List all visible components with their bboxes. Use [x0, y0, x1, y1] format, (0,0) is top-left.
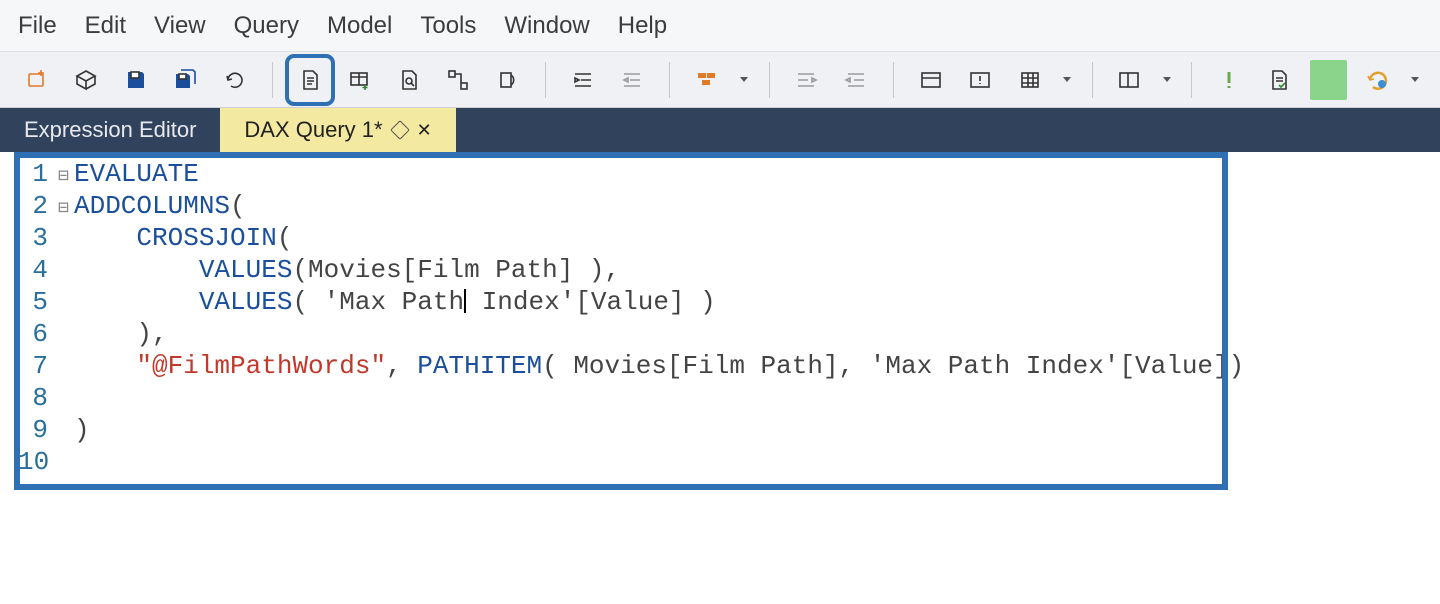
- code-editor[interactable]: 12345678910 ⊟⊟ EVALUATEADDCOLUMNS( CROSS…: [0, 152, 1440, 604]
- save-icon[interactable]: [117, 60, 155, 100]
- grid-icon[interactable]: [1011, 60, 1049, 100]
- relation-icon[interactable]: [440, 60, 478, 100]
- document-icon[interactable]: [291, 60, 329, 100]
- cube-icon[interactable]: [68, 60, 106, 100]
- tab-label: Expression Editor: [24, 117, 196, 143]
- toolbar-separator: [1092, 62, 1093, 98]
- new-file-icon[interactable]: [18, 60, 56, 100]
- menubar: File Edit View Query Model Tools Window …: [0, 0, 1440, 52]
- brick-dropdown[interactable]: [738, 60, 751, 100]
- menu-help[interactable]: Help: [618, 12, 667, 40]
- toolbar: [0, 52, 1440, 108]
- menu-file[interactable]: File: [18, 12, 57, 40]
- panel2-dropdown[interactable]: [1160, 60, 1173, 100]
- warn-icon[interactable]: [1210, 60, 1248, 100]
- refresh-icon[interactable]: [216, 60, 254, 100]
- toolbar-separator: [1191, 62, 1192, 98]
- toolbar-separator: [893, 62, 894, 98]
- rotate-icon[interactable]: [489, 60, 527, 100]
- grid-dropdown[interactable]: [1061, 60, 1074, 100]
- menu-model[interactable]: Model: [327, 12, 392, 40]
- editor-area: 12345678910 ⊟⊟ EVALUATEADDCOLUMNS( CROSS…: [0, 152, 1440, 604]
- outdent-icon[interactable]: [613, 60, 651, 100]
- green-square-icon[interactable]: [1310, 60, 1348, 100]
- menu-edit[interactable]: Edit: [85, 12, 126, 40]
- menu-query[interactable]: Query: [234, 12, 299, 40]
- add-table-icon[interactable]: [341, 60, 379, 100]
- menu-view[interactable]: View: [154, 12, 206, 40]
- toolbar-separator: [545, 62, 546, 98]
- toolbar-separator: [769, 62, 770, 98]
- panel-icon[interactable]: [912, 60, 950, 100]
- run-dropdown[interactable]: [1409, 60, 1422, 100]
- tab-expression-editor[interactable]: Expression Editor: [0, 108, 220, 152]
- menu-tools[interactable]: Tools: [420, 12, 476, 40]
- doc-check-icon[interactable]: [1260, 60, 1298, 100]
- menu-window[interactable]: Window: [504, 12, 589, 40]
- panel-warn-icon[interactable]: [961, 60, 999, 100]
- run-icon[interactable]: [1359, 60, 1397, 100]
- save-all-icon[interactable]: [167, 60, 205, 100]
- code-text[interactable]: EVALUATEADDCOLUMNS( CROSSJOIN( VALUES(Mo…: [74, 158, 1244, 604]
- tab-row: Expression Editor DAX Query 1* ✕: [0, 108, 1440, 152]
- zoom-fit-icon[interactable]: [390, 60, 428, 100]
- align1-icon[interactable]: [788, 60, 826, 100]
- line-gutter: 12345678910: [0, 158, 58, 604]
- toolbar-separator: [272, 62, 273, 98]
- tab-dax-query[interactable]: DAX Query 1* ✕: [220, 108, 455, 152]
- close-icon[interactable]: ✕: [417, 120, 432, 141]
- panel2-icon[interactable]: [1111, 60, 1149, 100]
- align2-icon[interactable]: [837, 60, 875, 100]
- brick-icon[interactable]: [688, 60, 726, 100]
- pin-icon[interactable]: [390, 120, 410, 140]
- indent-icon[interactable]: [564, 60, 602, 100]
- tab-label: DAX Query 1*: [244, 117, 382, 143]
- toolbar-separator: [669, 62, 670, 98]
- fold-gutter[interactable]: ⊟⊟: [58, 158, 74, 604]
